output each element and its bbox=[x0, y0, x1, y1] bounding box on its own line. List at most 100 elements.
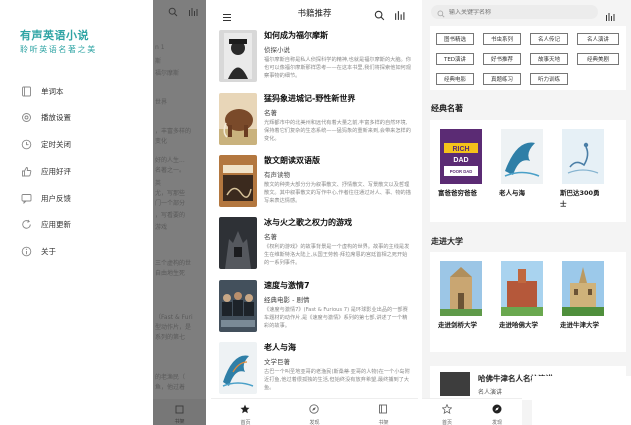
category-tag[interactable]: 好书推荐 bbox=[483, 53, 521, 65]
nav-tab-home[interactable]: 首页 bbox=[240, 399, 251, 425]
category-tag[interactable]: TED演讲 bbox=[436, 53, 474, 65]
drawer-item-sleep-timer[interactable]: 定时关闭 bbox=[20, 137, 71, 151]
category-tag[interactable]: 故事天地 bbox=[530, 53, 568, 65]
nav-tab-home[interactable]: 首页 bbox=[441, 399, 453, 425]
book-genre: 名著 bbox=[264, 109, 277, 117]
drawer-item-label: 用户反馈 bbox=[41, 193, 71, 203]
scrim-overlay[interactable]: n 1 斯 福尔摩斯 世界 ，丰富多样的 变化 好的人生... 名著之一。 英 … bbox=[153, 0, 206, 425]
category-tag[interactable]: 经典美剧 bbox=[577, 53, 619, 65]
ghost-text: 变化 bbox=[155, 138, 168, 145]
bookshelf-icon bbox=[175, 399, 184, 418]
book-list-item[interactable]: 冰与火之歌之权力的游戏 名著 《权利的游戏》的故事背景是一个虚构的世界。故事的主… bbox=[219, 217, 412, 275]
book-cover bbox=[562, 129, 604, 184]
search-bar[interactable] bbox=[431, 5, 598, 19]
book-cover bbox=[219, 155, 257, 207]
book-title: 冰与火之歌之权力的游戏 bbox=[264, 218, 352, 227]
drawer-item-label: 关于 bbox=[41, 246, 56, 256]
section-card: RICH DAD POOR DAD 富爸爸穷爸爸 老人与海 斯巴达300勇士 bbox=[430, 120, 626, 222]
nav-tab-bookshelf[interactable]: 书架 bbox=[378, 399, 389, 425]
book-genre: 侦探小说 bbox=[264, 46, 290, 54]
search-icon bbox=[168, 2, 178, 21]
compass-icon bbox=[309, 399, 320, 418]
drawer-item-label: 播放设置 bbox=[41, 112, 71, 122]
info-icon bbox=[20, 245, 32, 257]
book-list-item[interactable]: 如何成为福尔摩斯 侦探小说 福尔摩斯自称是私人侦探科学的精神,也就是福尔摩斯的大… bbox=[219, 30, 412, 88]
section-title: 走进大学 bbox=[431, 237, 463, 246]
dimmed-nav-label: 书架 bbox=[174, 419, 185, 425]
drawer-item-update[interactable]: 应用更新 bbox=[20, 217, 71, 231]
drawer-item-about[interactable]: 关于 bbox=[20, 244, 56, 258]
book-genre: 文学巨著 bbox=[264, 358, 290, 366]
blank-corner bbox=[532, 376, 631, 425]
ghost-text: 的老渔民（ bbox=[155, 374, 186, 381]
search-icon[interactable] bbox=[374, 6, 385, 25]
book-list-item[interactable]: 速度与激情7 经典电影 - 剧情 《速度与激情7》(Fast & Furious… bbox=[219, 280, 412, 338]
drawer-item-feedback[interactable]: 用户反馈 bbox=[20, 191, 71, 205]
ghost-text: ，写看要的 bbox=[155, 212, 186, 219]
ghost-text: 系列的第七 bbox=[155, 334, 186, 341]
book-description: 古巴一个叫圣地亚哥的老渔民(斯桑蒂·亚哥的人物)在一个小岛附近打鱼,他过着很孤独… bbox=[264, 369, 410, 391]
ghost-text: 福尔摩斯 bbox=[155, 70, 180, 77]
drawer-item-rate-app[interactable]: 应用好评 bbox=[20, 164, 71, 178]
category-tag[interactable]: 名人传记 bbox=[530, 33, 568, 45]
ghost-text: 游戏 bbox=[155, 224, 168, 231]
bottom-navigation: 首页 发现 书架 bbox=[211, 398, 418, 425]
drawer-item-vocabulary[interactable]: 单词本 bbox=[20, 84, 64, 98]
book-cover bbox=[440, 261, 482, 316]
ghost-text: 斯 bbox=[155, 58, 162, 65]
nav-tab-label: 发现 bbox=[491, 419, 502, 425]
clock-icon bbox=[20, 138, 32, 150]
book-description: 《权利的游戏》的故事背景是一个虚构的世界。故事的主线是发生在维斯特洛大陆上,从国… bbox=[264, 244, 410, 266]
star-icon bbox=[441, 399, 453, 418]
audio-bars-icon bbox=[188, 2, 198, 21]
category-tag[interactable]: 经典电影 bbox=[436, 73, 474, 85]
section-book-title: 老人与海 bbox=[499, 189, 525, 197]
section-card: 走进剑桥大学 走进哈佛大学 走进牛津大学 bbox=[430, 252, 626, 352]
drawer-item-label: 定时关闭 bbox=[41, 139, 71, 149]
book-cover bbox=[501, 129, 543, 184]
page-title: 书籍推荐 bbox=[297, 9, 332, 19]
nav-tab-discover[interactable]: 发现 bbox=[309, 399, 320, 425]
book-genre: 有声读物 bbox=[264, 171, 290, 179]
book-icon bbox=[20, 85, 32, 97]
ghost-text: （Fast & Furi bbox=[155, 314, 193, 321]
category-tag[interactable]: 图书精选 bbox=[436, 33, 474, 45]
audio-bars-icon[interactable] bbox=[394, 6, 405, 25]
ghost-text: 好的人生... bbox=[155, 157, 185, 164]
update-icon bbox=[20, 218, 32, 230]
top-toolbar: 书籍推荐 bbox=[211, 0, 418, 24]
star-icon bbox=[240, 399, 250, 418]
book-list-item[interactable]: 猛犸象进城记-野性新世界 名著 光辉都市中的北美州和远代有着大量之前,丰富多样的… bbox=[219, 93, 412, 151]
ghost-text: 英 bbox=[155, 180, 162, 187]
settings-icon bbox=[20, 111, 32, 123]
nav-tab-label: 发现 bbox=[309, 419, 320, 425]
search-input[interactable] bbox=[449, 8, 589, 16]
category-tag[interactable]: 名人演讲 bbox=[577, 33, 619, 45]
navigation-drawer: 有声英语小说 聆听英语名著之美 单词本 播放设置 定时关闭 应用好评 用户反馈 … bbox=[0, 0, 153, 425]
book-title: 速度与激情7 bbox=[264, 281, 310, 290]
audio-bars-icon[interactable] bbox=[605, 7, 615, 26]
book-list-item[interactable]: 散文朗读双语版 有声读物 散文的种类大部分分为叙事散文、抒情散文、写景散文以及哲… bbox=[219, 155, 412, 213]
book-genre: 经典电影 - 剧情 bbox=[264, 296, 310, 304]
nav-tab-discover[interactable]: 发现 bbox=[492, 399, 502, 425]
ghost-text: 名著之一。 bbox=[155, 167, 186, 174]
category-tag[interactable]: 真题练习 bbox=[483, 73, 521, 85]
nav-tab-label: 首页 bbox=[441, 419, 452, 425]
book-cover: RICH DAD POOR DAD bbox=[440, 129, 482, 184]
drawer-item-label: 应用更新 bbox=[41, 219, 71, 229]
drawer-screen: 有声英语小说 聆听英语名著之美 单词本 播放设置 定时关闭 应用好评 用户反馈 … bbox=[0, 0, 206, 425]
category-tag[interactable]: 书虫系列 bbox=[483, 33, 521, 45]
book-recommend-screen: 书籍推荐 如何成为福尔摩斯 侦探小说 福尔摩斯自称是私人侦探科学的精神,也就是福… bbox=[211, 0, 418, 425]
book-genre: 名著 bbox=[264, 233, 277, 241]
category-tag[interactable]: 听力训练 bbox=[530, 73, 568, 85]
book-list-item[interactable]: 老人与海 文学巨著 古巴一个叫圣地亚哥的老渔民(斯桑蒂·亚哥的人物)在一个小岛附… bbox=[219, 342, 412, 400]
book-cover bbox=[219, 280, 257, 332]
compass-icon bbox=[492, 399, 502, 418]
drawer-item-label: 单词本 bbox=[41, 86, 64, 96]
bottom-navigation: 首页 发现 bbox=[422, 398, 522, 425]
dimmed-nav-item: 书架 bbox=[153, 399, 206, 425]
drawer-item-playback-settings[interactable]: 播放设置 bbox=[20, 110, 71, 124]
list-item-thumbnail bbox=[440, 372, 470, 396]
section-book-title: 走进哈佛大学 bbox=[499, 321, 538, 329]
bookshelf-icon bbox=[378, 399, 388, 418]
